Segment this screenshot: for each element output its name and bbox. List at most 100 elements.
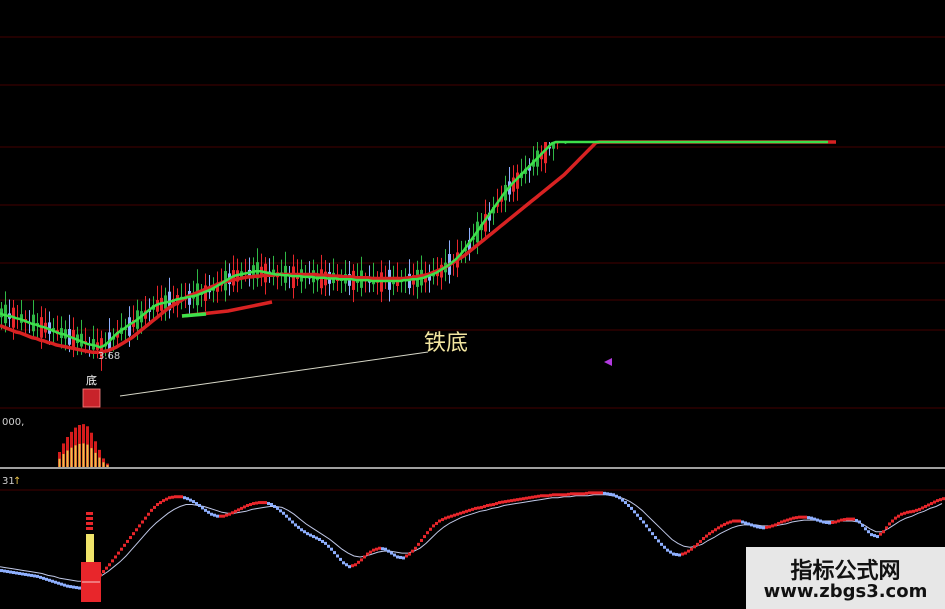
oscillator-dot bbox=[711, 530, 714, 534]
oscillator-dot bbox=[276, 506, 279, 510]
oscillator-dot bbox=[537, 494, 540, 498]
oscillator-dot bbox=[825, 520, 828, 524]
oscillator-dot bbox=[414, 546, 417, 550]
oscillator-dot bbox=[405, 554, 408, 558]
oscillator-dot bbox=[444, 516, 447, 520]
oscillator-dot bbox=[477, 506, 480, 510]
oscillator-dot bbox=[468, 508, 471, 512]
oscillator-dot bbox=[555, 493, 558, 497]
oscillator-dot bbox=[501, 500, 504, 504]
oscillator-dot bbox=[720, 524, 723, 528]
oscillator-dot bbox=[51, 579, 54, 583]
oscillator-dot bbox=[399, 555, 402, 559]
oscillator-dot bbox=[732, 519, 735, 523]
oscillator-dot bbox=[549, 493, 552, 497]
oscillator-dot bbox=[309, 533, 312, 537]
oscillator-dot bbox=[861, 523, 864, 527]
oscillator-dot bbox=[498, 501, 501, 505]
oscillator-dot bbox=[453, 513, 456, 517]
oscillator-dot bbox=[879, 532, 882, 536]
oscillator-dot bbox=[573, 492, 576, 496]
oscillator-dot bbox=[933, 500, 936, 504]
oscillator-dot bbox=[636, 513, 639, 517]
oscillator-dot bbox=[132, 532, 135, 536]
oscillator-dot bbox=[741, 520, 744, 524]
oscillator-dot bbox=[810, 516, 813, 520]
oscillator-dot bbox=[657, 539, 660, 543]
oscillator-dot bbox=[603, 491, 606, 495]
oscillator-dot bbox=[516, 498, 519, 502]
oscillator-dot bbox=[48, 578, 51, 582]
oscillator-dot bbox=[267, 502, 270, 506]
watermark-box: 指标公式网 www.zbgs3.com bbox=[746, 547, 945, 609]
oscillator-dot bbox=[411, 549, 414, 553]
oscillator-dot bbox=[588, 491, 591, 495]
oscillator-dot bbox=[261, 501, 264, 505]
oscillator-dot bbox=[852, 517, 855, 521]
oscillator-dot bbox=[294, 523, 297, 527]
oscillator-dot bbox=[489, 503, 492, 507]
oscillator-dot bbox=[249, 503, 252, 507]
oscillator-dot bbox=[609, 492, 612, 496]
oscillator-dot bbox=[138, 524, 141, 528]
oscillator-dot bbox=[387, 549, 390, 553]
oscillator-dot bbox=[510, 499, 513, 503]
oscillator-dot bbox=[57, 581, 60, 585]
oscillator-dot bbox=[753, 524, 756, 528]
oscillator-dot bbox=[303, 530, 306, 534]
oscillator-dot bbox=[723, 522, 726, 526]
oscillator-dot bbox=[858, 520, 861, 524]
oscillator-dot bbox=[465, 509, 468, 513]
oscillator-dot bbox=[552, 493, 555, 497]
oscillator-dot bbox=[699, 539, 702, 543]
oscillator-dot bbox=[834, 520, 837, 524]
oscillator-dot bbox=[903, 511, 906, 515]
oscillator-dot bbox=[396, 555, 399, 559]
oscillator-dot bbox=[630, 506, 633, 510]
oscillator-dot bbox=[408, 552, 411, 556]
oscillator-dot bbox=[579, 492, 582, 496]
oscillator-dot bbox=[714, 528, 717, 532]
oscillator-dot bbox=[402, 556, 405, 560]
oscillator-dot bbox=[222, 514, 225, 518]
oscillator-dot bbox=[822, 520, 825, 524]
oscillator-dot bbox=[480, 505, 483, 509]
oscillator-dot bbox=[522, 497, 525, 501]
oscillator-dot bbox=[708, 532, 711, 536]
oscillator-dot bbox=[195, 502, 198, 506]
oscillator-dot bbox=[843, 518, 846, 522]
oscillator-dot bbox=[921, 506, 924, 510]
oscillator-dot bbox=[495, 502, 498, 506]
oscillator-dot bbox=[117, 551, 120, 555]
oscillator-dot bbox=[765, 525, 768, 529]
oscillator-dot bbox=[855, 519, 858, 523]
oscillator-dot bbox=[939, 498, 942, 502]
oscillator-dot bbox=[291, 520, 294, 524]
oscillator-dot bbox=[585, 491, 588, 495]
oscillator-dot bbox=[870, 533, 873, 537]
oscillator-dot bbox=[705, 534, 708, 538]
oscillator-dot bbox=[525, 496, 528, 500]
oscillator-dot bbox=[15, 571, 18, 575]
oscillator-dot bbox=[591, 491, 594, 495]
oscillator-dot bbox=[534, 495, 537, 499]
volume-bar-inner bbox=[66, 450, 69, 467]
oscillator-dot bbox=[771, 524, 774, 528]
oscillator-dot bbox=[927, 503, 930, 507]
oscillator-dot bbox=[816, 518, 819, 522]
oscillator-dot bbox=[372, 548, 375, 552]
oscillator-dot bbox=[351, 564, 354, 568]
oscillator-dot bbox=[888, 522, 891, 526]
volume-bar-inner bbox=[106, 465, 109, 467]
oscillator-dot bbox=[420, 538, 423, 542]
oscillator-dot bbox=[192, 500, 195, 504]
oscillator-dot bbox=[357, 560, 360, 564]
oscillator-dot bbox=[906, 510, 909, 514]
price-panel bbox=[0, 140, 836, 371]
oscillator-dot bbox=[129, 536, 132, 540]
oscillator-dot bbox=[576, 492, 579, 496]
volume-bar-inner bbox=[102, 462, 105, 467]
oscillator-dot bbox=[45, 577, 48, 581]
oscillator-dot bbox=[645, 524, 648, 528]
oscillator-dot bbox=[315, 536, 318, 540]
